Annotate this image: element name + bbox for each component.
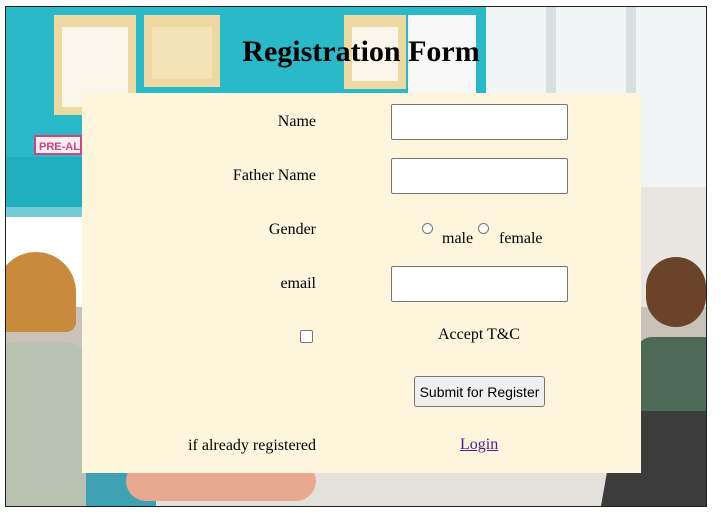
page-title: Registration Form — [242, 35, 480, 68]
father-name-input[interactable] — [391, 158, 568, 194]
father-name-row: Father Name — [82, 156, 641, 196]
gender-label: Gender — [268, 221, 316, 238]
name-input[interactable] — [391, 104, 568, 140]
father-name-label: Father Name — [232, 167, 316, 184]
email-input[interactable] — [391, 266, 568, 302]
registration-form: Name Father Name Gender male female emai… — [82, 93, 641, 473]
gender-female-label: female — [499, 230, 543, 247]
accept-terms-label: Accept T&C — [438, 326, 520, 343]
email-row: email — [82, 264, 641, 304]
name-row: Name — [82, 102, 641, 142]
gender-male-label: male — [442, 230, 474, 247]
pre-k-sign: PRE-AL — [34, 135, 82, 155]
name-label: Name — [277, 113, 316, 130]
already-registered-label: if already registered — [188, 437, 316, 454]
page-frame: PRE-AL Registration Form Name Father Nam… — [5, 6, 707, 507]
submit-register-button[interactable]: Submit for Register — [414, 376, 545, 407]
accept-terms-checkbox[interactable] — [300, 330, 313, 343]
gender-row: Gender male female — [82, 210, 641, 250]
login-row: if already registered — [82, 426, 641, 466]
gender-male-radio[interactable] — [422, 223, 433, 234]
gender-female-radio[interactable] — [478, 223, 489, 234]
email-label: email — [280, 275, 316, 292]
login-link[interactable]: Login — [460, 436, 498, 454]
